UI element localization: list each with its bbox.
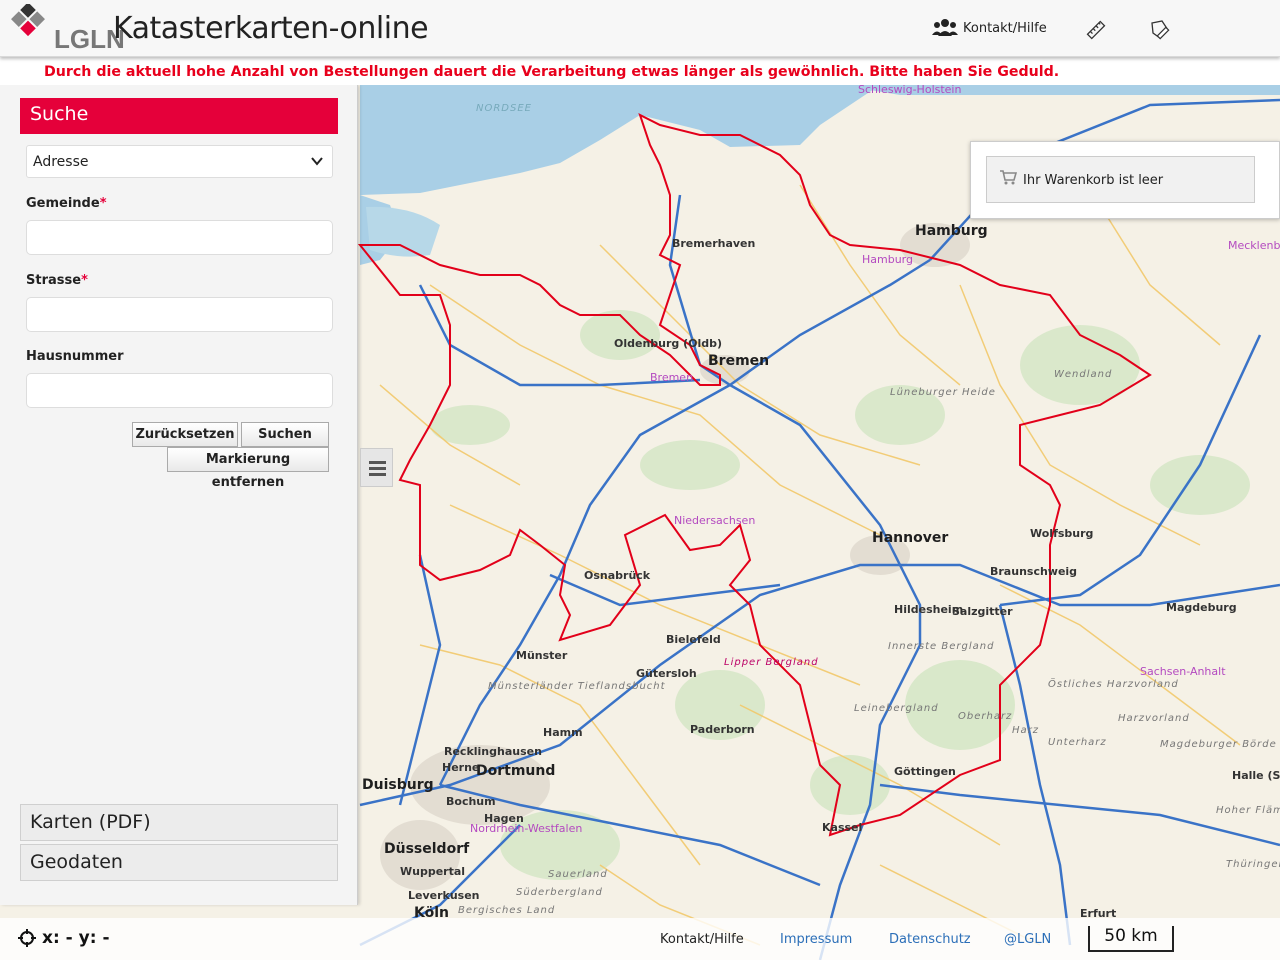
- map-label-city: Hamburg: [915, 223, 988, 239]
- search-type-value: Adresse: [33, 154, 89, 170]
- map-label-town: Kassel: [822, 821, 863, 834]
- gemeinde-input[interactable]: [26, 220, 333, 255]
- app-title: Katasterkarten-online: [113, 11, 429, 46]
- cart-icon: [1000, 170, 1017, 185]
- map-label-region: Lipper Bergland: [724, 657, 819, 668]
- notice-banner: Durch die aktuell hohe Anzahl von Bestel…: [0, 57, 1280, 85]
- search-panel-header[interactable]: Suche: [20, 98, 338, 134]
- map-label-state: Nordrhein-Westfalen: [470, 822, 583, 835]
- footer-lgln-link[interactable]: @LGLN: [1004, 932, 1051, 947]
- map-label-region: Süderbergland: [516, 887, 603, 898]
- map-label-city: Hannover: [872, 530, 949, 546]
- cart-label: Ihr Warenkorb ist leer: [1023, 173, 1164, 188]
- map-label-town: Bielefeld: [666, 633, 721, 646]
- contact-help-link[interactable]: Kontakt/Hilfe: [932, 18, 1047, 38]
- map-label-region: Innerste Bergland: [888, 641, 995, 652]
- map-label-region: Leinebergland: [854, 703, 939, 714]
- map-label-region: Sauerland: [548, 869, 608, 880]
- map-label-town: Leverkusen: [408, 889, 480, 902]
- map-label-town: Gütersloh: [636, 667, 697, 680]
- strasse-label: Strasse*: [26, 273, 88, 288]
- map-label-city: Duisburg: [362, 777, 434, 793]
- footer-contact-link[interactable]: Kontakt/Hilfe: [660, 932, 744, 947]
- map-label-region: Magdeburger Börde: [1160, 739, 1277, 750]
- map-label-city: Düsseldorf: [384, 841, 470, 857]
- map-label-state: Bremen: [650, 371, 694, 384]
- menu-icon: [369, 461, 386, 464]
- map-label-region: Bergisches Land: [458, 905, 556, 916]
- strasse-input[interactable]: [26, 297, 333, 332]
- map-label-region: Hoher Fläming: [1216, 805, 1280, 816]
- map-label-town: Osnabrück: [584, 569, 651, 582]
- map-label-region: Wendland: [1054, 369, 1113, 380]
- map-label-state: Sachsen-Anhalt: [1140, 665, 1226, 678]
- search-type-select[interactable]: Adresse: [26, 145, 333, 178]
- footer-datenschutz-link[interactable]: Datenschutz: [889, 932, 971, 947]
- map-label-town: Wolfsburg: [1030, 527, 1094, 540]
- map-label-region: Oberharz: [958, 711, 1013, 722]
- map-label-region: Münsterländer Tieflandsbucht: [488, 681, 666, 692]
- scale-bar: 50 km: [1088, 926, 1174, 952]
- map-label-state: Mecklenburg-Vorpommern: [1228, 239, 1280, 252]
- geodaten-panel-header[interactable]: Geodaten: [20, 844, 338, 881]
- map-label-town: Hamm: [543, 726, 583, 739]
- coordinate-readout: x: - y: -: [18, 928, 110, 948]
- map-label-region: Östliches Harzvorland: [1048, 679, 1179, 690]
- app-header: LGLN Katasterkarten-online Kontakt/Hilfe: [0, 0, 1280, 57]
- hausnummer-label: Hausnummer: [26, 349, 124, 364]
- map-label-city: Dortmund: [476, 763, 556, 779]
- sidebar-toggle-button[interactable]: [360, 448, 393, 487]
- map-label-town: Bochum: [446, 795, 496, 808]
- map-label-region: Lüneburger Heide: [890, 387, 996, 398]
- map-label-region: Harz: [1012, 725, 1040, 736]
- map-label-state: Niedersachsen: [674, 514, 756, 527]
- contact-help-label: Kontakt/Hilfe: [963, 20, 1047, 36]
- reset-button[interactable]: Zurücksetzen: [132, 422, 238, 447]
- map-label-town: Münster: [516, 649, 568, 662]
- hausnummer-input[interactable]: [26, 373, 333, 408]
- cart-button[interactable]: Ihr Warenkorb ist leer: [986, 156, 1255, 203]
- map-label-sea: NORDSEE: [476, 103, 532, 114]
- map-label-town: Recklinghausen: [444, 745, 542, 758]
- map-label-town: Salzgitter: [952, 605, 1013, 618]
- coordinate-text: x: - y: -: [42, 928, 110, 948]
- map-label-state: Schleswig-Holstein: [858, 85, 962, 96]
- map-label-state: Hamburg: [862, 253, 913, 266]
- search-button[interactable]: Suchen: [241, 422, 329, 447]
- people-icon: [932, 19, 958, 36]
- map-label-town: Herne: [442, 761, 480, 774]
- sidebar: Suche Adresse Gemeinde* Strasse* Hausnum…: [0, 85, 358, 905]
- map-label-region: Unterharz: [1048, 737, 1107, 748]
- map-label-town: Oldenburg (Oldb): [614, 337, 723, 350]
- remove-marker-button[interactable]: Markierung entfernen: [167, 447, 329, 490]
- footer-impressum-link[interactable]: Impressum: [780, 932, 852, 947]
- karten-pdf-panel-header[interactable]: Karten (PDF): [20, 804, 338, 841]
- map-label-region: Harzvorland: [1118, 713, 1190, 724]
- crosshair-icon: [18, 929, 36, 947]
- gemeinde-label: Gemeinde*: [26, 196, 107, 211]
- map-label-town: Halle (Saale): [1232, 769, 1280, 782]
- map-label-town: Wuppertal: [400, 865, 466, 878]
- footer: x: - y: - Kontakt/Hilfe Impressum Datens…: [0, 918, 1280, 960]
- measure-distance-icon[interactable]: [1084, 18, 1108, 42]
- map-label-town: Braunschweig: [990, 565, 1078, 578]
- map-label-town: Göttingen: [894, 765, 956, 778]
- map-label-town: Paderborn: [690, 723, 755, 736]
- measure-area-icon[interactable]: [1148, 18, 1172, 42]
- notice-text: Durch die aktuell hohe Anzahl von Bestel…: [44, 64, 1060, 80]
- map-label-city: Bremen: [708, 353, 770, 369]
- map-label-town: Bremerhaven: [672, 237, 756, 250]
- cart-panel: Ihr Warenkorb ist leer: [970, 141, 1280, 219]
- chevron-down-icon: [311, 157, 323, 166]
- map-label-town: Magdeburg: [1166, 601, 1237, 614]
- map-label-region: Thüringer Becken: [1226, 859, 1280, 870]
